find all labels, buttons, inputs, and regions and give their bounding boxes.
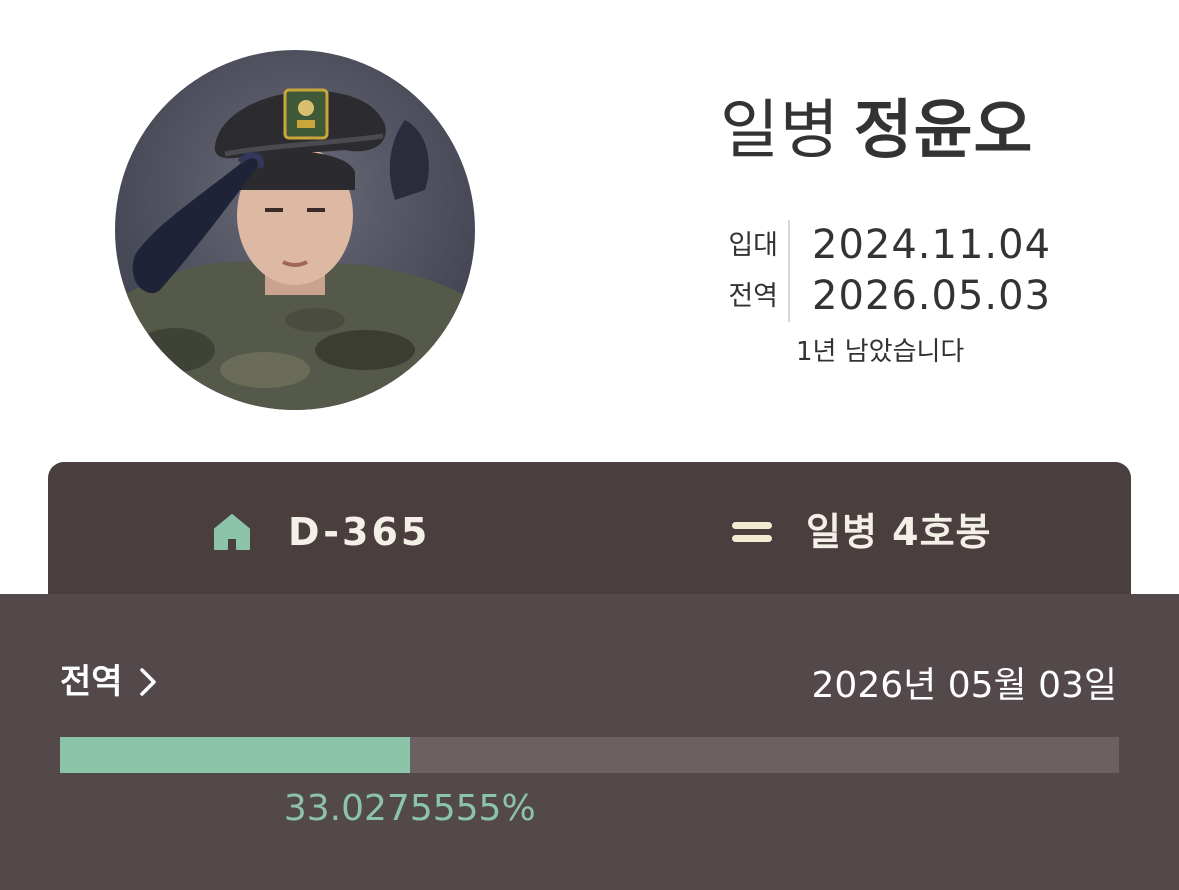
enlist-label: 입대 bbox=[728, 230, 778, 261]
service-progress-fill bbox=[60, 737, 410, 773]
tab-rank[interactable]: 일병 4호봉 bbox=[732, 502, 992, 562]
discharge-date-full: 2026년 05월 03일 bbox=[811, 665, 1117, 706]
service-progress-bar bbox=[60, 737, 1119, 773]
profile-avatar bbox=[115, 50, 475, 410]
discharge-date: 2026.05.03 bbox=[812, 273, 1052, 319]
discharge-title: 전역 bbox=[60, 662, 123, 702]
chevron-right-icon bbox=[137, 665, 159, 699]
service-progress-percent: 33.0275555% bbox=[283, 788, 536, 829]
profile-photo bbox=[115, 50, 475, 410]
remaining-text: 1년 남았습니다 bbox=[796, 337, 965, 367]
home-icon bbox=[212, 512, 252, 552]
rank-step-label: 일병 4호봉 bbox=[806, 510, 992, 554]
discharge-link[interactable]: 전역 bbox=[60, 660, 159, 704]
discharge-label: 전역 bbox=[728, 281, 778, 312]
rank-label: 일병 bbox=[720, 94, 840, 168]
soldier-name: 일병 정윤오 bbox=[720, 86, 1033, 176]
person-name: 정윤오 bbox=[853, 94, 1034, 168]
dday-label: D-365 bbox=[288, 510, 431, 554]
equals-icon bbox=[732, 512, 772, 552]
enlist-date: 2024.11.04 bbox=[812, 222, 1052, 268]
dates-divider bbox=[788, 220, 790, 322]
tab-dday[interactable]: D-365 bbox=[212, 502, 430, 562]
discharge-panel: 전역 2026년 05월 03일 33.0275555% bbox=[0, 594, 1179, 890]
